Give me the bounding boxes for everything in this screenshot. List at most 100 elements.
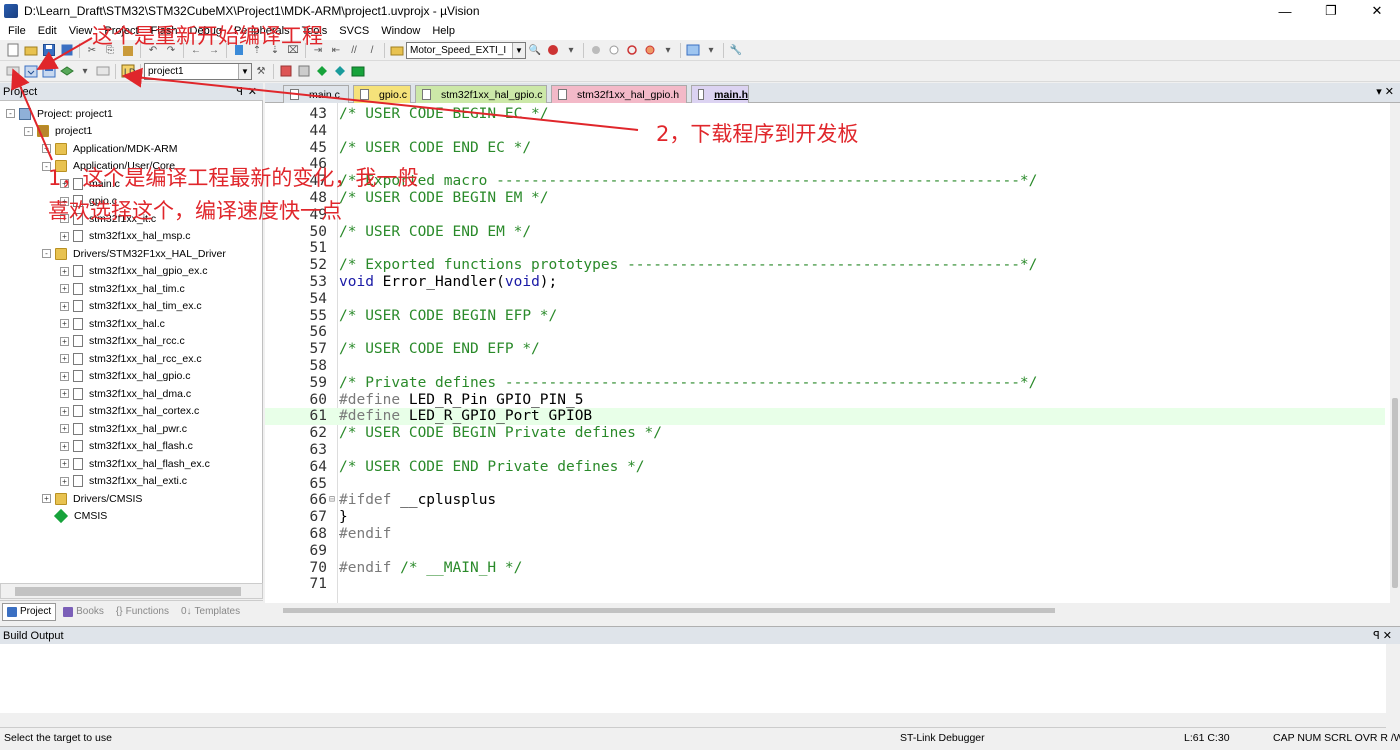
incremental-find-icon[interactable]: 🔍 <box>527 42 543 58</box>
save-all-icon[interactable] <box>59 42 75 58</box>
expand-icon[interactable]: + <box>60 459 69 468</box>
expand-icon[interactable]: + <box>60 266 69 276</box>
dropdown-arrow-icon[interactable]: ▾ <box>703 42 719 58</box>
file-extensions-icon[interactable] <box>278 63 294 79</box>
tree-node[interactable]: + stm32f1xx_hal_flash_ex.c <box>60 455 210 472</box>
code-line[interactable]: 49 <box>265 207 1385 224</box>
pack-installer-icon[interactable] <box>350 63 366 79</box>
code-line[interactable]: 60 #define LED_R_Pin GPIO_PIN_5 <box>265 392 1385 409</box>
tree-node[interactable]: + stm32f1xx_hal_pwr.c <box>60 420 187 437</box>
expand-icon[interactable]: + <box>60 354 69 363</box>
minimize-button[interactable]: — <box>1262 0 1308 22</box>
scrollbar-thumb[interactable] <box>283 608 1055 613</box>
code-line[interactable]: 66 ⊟ #ifdef __cplusplus <box>265 492 1385 509</box>
expand-icon[interactable]: + <box>60 389 69 398</box>
tree-node[interactable]: - project1 <box>24 123 92 140</box>
expand-icon[interactable]: + <box>60 284 69 293</box>
code-line[interactable]: 61 #define LED_R_GPIO_Port GPIOB <box>265 408 1385 426</box>
tree-node[interactable]: + stm32f1xx_hal_rcc.c <box>60 333 185 350</box>
translate-icon[interactable] <box>5 63 21 79</box>
code-editor[interactable]: 43 /* USER CODE BEGIN EC */ 44 45 /* USER CO… <box>265 103 1400 603</box>
code-line[interactable]: 53 void Error_Handler(void); <box>265 274 1385 291</box>
select-packs-icon[interactable] <box>332 63 348 79</box>
tab-project[interactable]: Project <box>2 602 57 621</box>
code-line[interactable]: 52 /* Exported functions prototypes -----… <box>265 257 1385 274</box>
stop-build-icon[interactable] <box>95 63 111 79</box>
code-line[interactable]: 58 <box>265 358 1385 375</box>
tree-node[interactable]: + stm32f1xx_hal.c <box>60 315 165 332</box>
tree-node[interactable]: + stm32f1xx_hal_rcc_ex.c <box>60 350 202 367</box>
collapse-icon[interactable]: - <box>42 249 51 258</box>
code-line[interactable]: 65 <box>265 476 1385 493</box>
expand-icon[interactable]: + <box>42 494 51 503</box>
scrollbar-thumb[interactable] <box>1392 398 1398 588</box>
close-button[interactable]: ✕ <box>1354 0 1400 22</box>
code-line[interactable]: 51 <box>265 240 1385 257</box>
find-combo[interactable]: Motor_Speed_EXTI_I ▼ <box>406 41 526 59</box>
kill-breakpoints-icon[interactable] <box>642 42 658 58</box>
build-icon[interactable] <box>23 63 39 79</box>
code-line[interactable]: 69 <box>265 543 1385 560</box>
editor-tabs-controls[interactable]: ▾ ✕ <box>1376 85 1394 98</box>
enable-breakpoint-icon[interactable] <box>606 42 622 58</box>
new-file-icon[interactable] <box>5 42 21 58</box>
open-file-icon[interactable] <box>23 42 39 58</box>
editor-tab[interactable]: stm32f1xx_hal_gpio.h <box>551 85 687 103</box>
debug-session-icon[interactable] <box>545 42 561 58</box>
code-line[interactable]: 63 <box>265 442 1385 459</box>
tree-node[interactable]: + stm32f1xx_hal_gpio.c <box>60 368 191 385</box>
window-layout-icon[interactable] <box>685 42 701 58</box>
expand-icon[interactable]: + <box>42 144 51 153</box>
tab-templates[interactable]: 0↓ Templates <box>176 603 245 621</box>
code-line[interactable]: 70 #endif /* __MAIN_H */ <box>265 560 1385 577</box>
unindent-icon[interactable]: ⇤ <box>328 42 344 58</box>
menu-file[interactable]: File <box>2 22 32 40</box>
expand-icon[interactable]: + <box>60 424 69 433</box>
menu-window[interactable]: Window <box>375 22 426 40</box>
code-line[interactable]: 71 <box>265 576 1385 593</box>
tree-node[interactable]: - Drivers/STM32F1xx_HAL_Driver <box>42 245 226 262</box>
expand-icon[interactable]: + <box>60 301 69 311</box>
menu-edit[interactable]: Edit <box>32 22 63 40</box>
editor-tab[interactable]: gpio.c <box>353 85 411 103</box>
menu-help[interactable]: Help <box>426 22 461 40</box>
tree-node[interactable]: + stm32f1xx_hal_msp.c <box>60 228 191 245</box>
tree-node[interactable]: CMSIS <box>42 508 107 525</box>
scrollbar-thumb[interactable] <box>15 587 241 596</box>
code-line[interactable]: 57 /* USER CODE END EFP */ <box>265 341 1385 358</box>
dropdown-arrow-icon[interactable]: ▾ <box>563 42 579 58</box>
collapse-icon[interactable]: - <box>6 109 15 118</box>
maximize-button[interactable]: ❐ <box>1308 0 1354 22</box>
code-line[interactable]: 56 <box>265 324 1385 341</box>
target-options-icon[interactable]: ⚒ <box>253 63 269 79</box>
batch-build-icon[interactable] <box>59 63 75 79</box>
expand-icon[interactable]: + <box>60 441 69 451</box>
tree-node[interactable]: - Project: project1 <box>6 105 113 122</box>
dropdown-arrow-icon[interactable]: ▾ <box>77 63 93 79</box>
expand-icon[interactable]: + <box>60 371 69 381</box>
build-output-vertical-scrollbar[interactable] <box>1386 644 1400 728</box>
fold-toggle-icon[interactable]: ⊟ <box>329 492 335 509</box>
expand-icon[interactable]: + <box>60 406 69 416</box>
editor-tab[interactable]: stm32f1xx_hal_gpio.c <box>415 85 547 103</box>
project-tree-scrollbar[interactable] <box>0 583 263 599</box>
uncomment-icon[interactable]: / <box>364 42 380 58</box>
target-select[interactable]: project1 ▼ <box>144 62 252 80</box>
chevron-down-icon[interactable]: ▼ <box>238 63 251 79</box>
tab-functions[interactable]: {} Functions <box>111 603 174 621</box>
manage-components-icon[interactable] <box>296 63 312 79</box>
chevron-down-icon[interactable]: ▼ <box>512 42 525 58</box>
editor-vertical-scrollbar[interactable] <box>1390 103 1400 603</box>
editor-horizontal-scrollbar[interactable] <box>265 603 1400 619</box>
download-icon[interactable]: LD <box>120 63 136 79</box>
tree-node[interactable]: + Application/MDK-ARM <box>42 140 177 157</box>
editor-tab[interactable]: main.c <box>283 85 349 103</box>
find-in-files-icon[interactable] <box>389 42 405 58</box>
expand-icon[interactable]: + <box>60 476 69 486</box>
disable-breakpoints-icon[interactable] <box>624 42 640 58</box>
insert-breakpoint-icon[interactable] <box>588 42 604 58</box>
code-line[interactable]: 48/* USER CODE BEGIN EM */ <box>265 190 1385 207</box>
code-line[interactable]: 47/* Exported macro --------------------… <box>265 173 1385 190</box>
code-line[interactable]: 68 #endif <box>265 526 1385 543</box>
expand-icon[interactable]: + <box>60 231 69 241</box>
